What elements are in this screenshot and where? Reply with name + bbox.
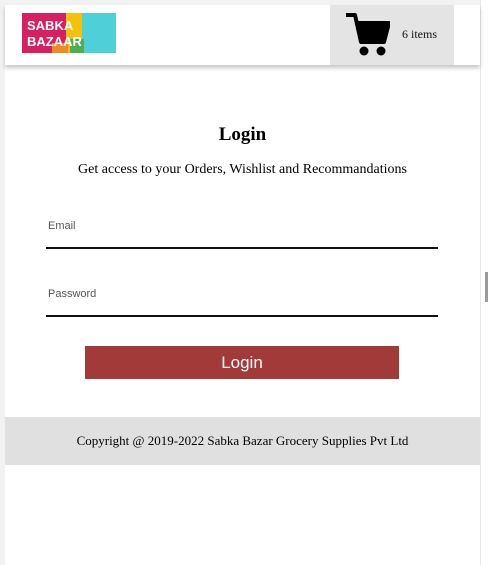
login-heading: Login [218,124,267,145]
scrollbar-thumb[interactable] [485,272,488,302]
cart-button[interactable]: 6 items [330,5,454,65]
page: SABKA BAZAAR 6 items Login Get access to… [5,5,480,565]
email-field[interactable]: Email [46,217,438,249]
password-field[interactable]: Password [46,285,438,317]
cart-item-count: 6 items [402,27,437,41]
login-button[interactable]: Login [85,346,399,379]
copyright-text: Copyright @ 2019-2022 Sabka Bazar Grocer… [76,433,409,448]
password-input[interactable] [46,285,438,315]
svg-text:SABKA: SABKA [27,18,74,33]
site-footer: Copyright @ 2019-2022 Sabka Bazar Grocer… [5,417,480,465]
sabka-bazaar-logo[interactable]: SABKA BAZAAR [22,13,116,53]
email-input[interactable] [46,217,438,247]
shopping-cart-icon [345,12,391,58]
login-subtitle: Get access to your Orders, Wishlist and … [78,162,407,177]
svg-text:BAZAAR: BAZAAR [27,34,82,49]
site-header: SABKA BAZAAR 6 items [5,5,480,65]
